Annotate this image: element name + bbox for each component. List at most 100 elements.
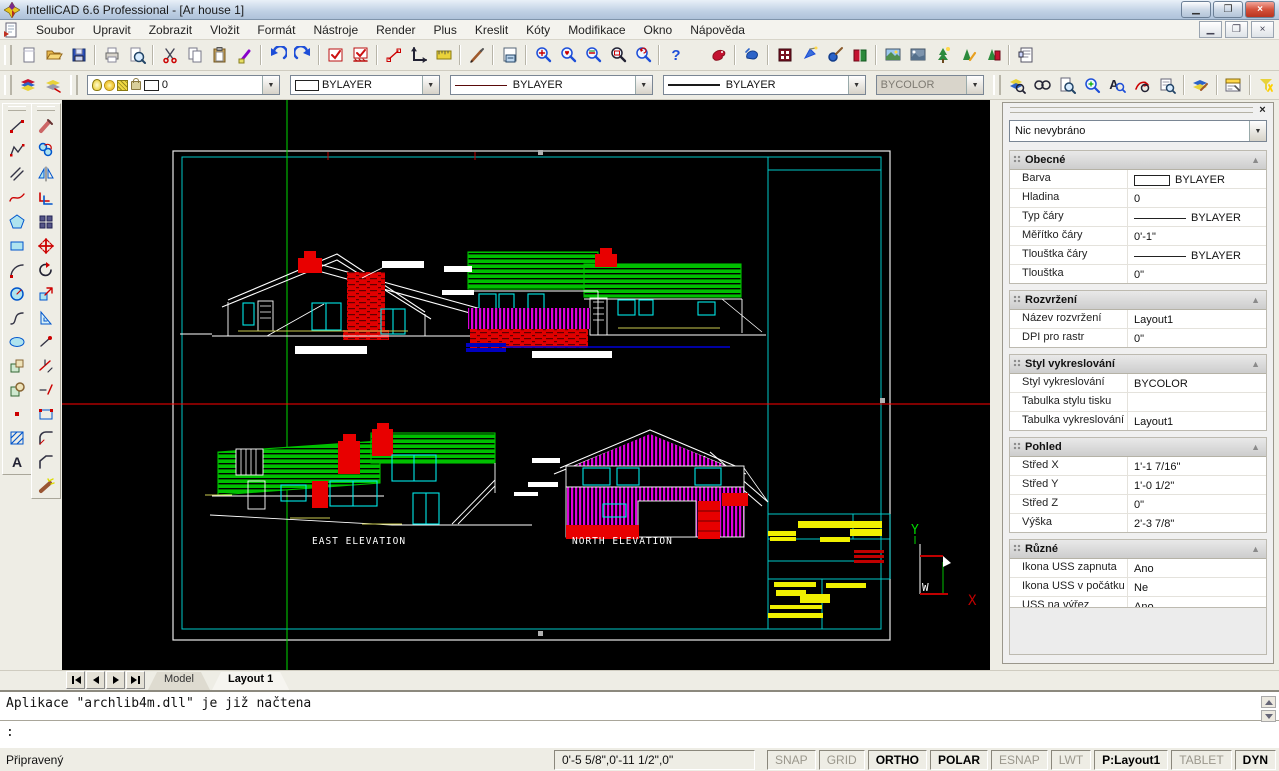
save-icon[interactable] [66, 43, 91, 68]
edit-points-icon[interactable] [33, 402, 59, 426]
units-icon[interactable] [431, 43, 456, 68]
toggle-grid[interactable]: GRID [819, 750, 865, 770]
zoom-previous-icon[interactable] [630, 43, 655, 68]
landscape-new-icon[interactable] [930, 43, 955, 68]
property-value[interactable]: BYCOLOR [1128, 374, 1266, 392]
title-bar[interactable]: IntelliCAD 6.6 Professional - [Ar house … [0, 0, 1279, 20]
first-tab-button[interactable] [66, 671, 85, 689]
menu-n-stroje[interactable]: Nástroje [304, 21, 367, 39]
property-value[interactable]: Ne [1128, 578, 1266, 596]
open-icon[interactable] [41, 43, 66, 68]
materials-icon[interactable] [772, 43, 797, 68]
last-tab-button[interactable] [126, 671, 145, 689]
property-value[interactable]: Layout1 [1128, 412, 1266, 430]
selection-combo-arrow[interactable]: ▼ [1249, 121, 1266, 141]
toolbar-grip[interactable] [70, 75, 78, 95]
zoom-scale-icon[interactable] [580, 43, 605, 68]
explode-icon[interactable] [33, 474, 59, 498]
collapse-icon[interactable]: ▲ [1251, 544, 1260, 554]
color-combo-arrow[interactable]: ▼ [422, 76, 439, 94]
menu-kreslit[interactable]: Kreslit [466, 21, 517, 39]
color-combo[interactable]: BYLAYER ▼ [290, 75, 440, 95]
lineweight-combo[interactable]: BYLAYER ▼ [663, 75, 866, 95]
toggle-p-layout1[interactable]: P:Layout1 [1094, 750, 1168, 770]
block-icon[interactable] [4, 378, 30, 402]
mirror-icon[interactable] [33, 162, 59, 186]
menu-form-t[interactable]: Formát [248, 21, 304, 39]
offset-icon[interactable] [33, 186, 59, 210]
spline-icon[interactable] [4, 306, 30, 330]
property-value[interactable]: 1'-1 7/16" [1128, 457, 1266, 475]
multiline-icon[interactable] [4, 162, 30, 186]
property-value[interactable] [1128, 393, 1266, 411]
menu-plus[interactable]: Plus [424, 21, 465, 39]
polyline-icon[interactable] [4, 138, 30, 162]
property-value[interactable]: 0" [1128, 495, 1266, 513]
text-style-icon[interactable]: A [1105, 73, 1130, 98]
tab-layout-1[interactable]: Layout 1 [212, 672, 289, 690]
hatch-icon[interactable] [4, 426, 30, 450]
layer-combo[interactable]: 0 ▼ [87, 75, 280, 95]
palette-grip[interactable]: × [1003, 103, 1273, 116]
property-value[interactable]: 0" [1128, 265, 1266, 283]
menu-vlo-it[interactable]: Vložit [201, 21, 248, 39]
landscape-library-icon[interactable] [980, 43, 1005, 68]
property-value[interactable]: 0" [1128, 329, 1266, 347]
menu-okno[interactable]: Okno [635, 21, 682, 39]
toolbar-grip[interactable] [8, 106, 26, 111]
plot-config-icon[interactable] [348, 43, 373, 68]
paste-icon[interactable] [207, 43, 232, 68]
chamfer-icon[interactable] [33, 450, 59, 474]
menu-soubor[interactable]: Soubor [27, 21, 84, 39]
render-brush-icon[interactable] [822, 43, 847, 68]
view-point-icon[interactable] [1130, 73, 1155, 98]
prev-tab-button[interactable] [86, 671, 105, 689]
collapse-icon[interactable]: ▲ [1251, 295, 1260, 305]
toggle-ortho[interactable]: ORTHO [868, 750, 927, 770]
scroll-up-icon[interactable] [1261, 696, 1276, 708]
property-value[interactable]: 1'-0 1/2" [1128, 476, 1266, 494]
property-value[interactable]: 0 [1128, 189, 1266, 207]
insert-block-icon[interactable] [4, 354, 30, 378]
new-icon[interactable] [16, 43, 41, 68]
print-icon[interactable] [99, 43, 124, 68]
render-fill-icon[interactable] [739, 43, 764, 68]
linetype-combo-arrow[interactable]: ▼ [635, 76, 652, 94]
notes-icon[interactable] [1013, 43, 1038, 68]
redo-icon[interactable] [290, 43, 315, 68]
arc-icon[interactable] [4, 258, 30, 282]
format-painter-icon[interactable] [232, 43, 257, 68]
view-detail-icon[interactable] [1055, 73, 1080, 98]
text-icon[interactable]: A [4, 450, 30, 474]
toggle-polar[interactable]: POLAR [930, 750, 988, 770]
toolbar-grip[interactable] [4, 45, 12, 65]
section-header[interactable]: Pohled▲ [1010, 438, 1266, 457]
palette-close-icon[interactable]: × [1256, 104, 1269, 116]
landscape-edit-icon[interactable] [955, 43, 980, 68]
explore-layers-icon[interactable] [1005, 73, 1030, 98]
layer-combo-arrow[interactable]: ▼ [262, 76, 279, 94]
zoom-dynamic-icon[interactable] [555, 43, 580, 68]
next-tab-button[interactable] [106, 671, 125, 689]
toggle-tablet[interactable]: TABLET [1171, 750, 1231, 770]
cut-icon[interactable] [157, 43, 182, 68]
lineweight-combo-arrow[interactable]: ▼ [848, 76, 865, 94]
zoom-in-icon[interactable] [530, 43, 555, 68]
collapse-icon[interactable]: ▲ [1251, 359, 1260, 369]
close-button[interactable]: × [1245, 1, 1275, 18]
mdi-minimize-button[interactable]: ▁ [1199, 21, 1222, 38]
command-window[interactable]: Aplikace "archlib4m.dll" je již načtena … [0, 690, 1279, 747]
fillet-icon[interactable] [33, 426, 59, 450]
section-header[interactable]: Různé▲ [1010, 540, 1266, 559]
extend-icon[interactable] [33, 378, 59, 402]
trim-icon[interactable] [33, 354, 59, 378]
ellipse-icon[interactable] [4, 330, 30, 354]
erase-icon[interactable] [33, 114, 59, 138]
move-icon[interactable] [33, 234, 59, 258]
point-icon[interactable] [4, 402, 30, 426]
set-square-icon[interactable] [33, 306, 59, 330]
print-preview-icon[interactable] [124, 43, 149, 68]
image-icon[interactable] [880, 43, 905, 68]
undo-icon[interactable] [265, 43, 290, 68]
linetype-combo[interactable]: BYLAYER ▼ [450, 75, 653, 95]
